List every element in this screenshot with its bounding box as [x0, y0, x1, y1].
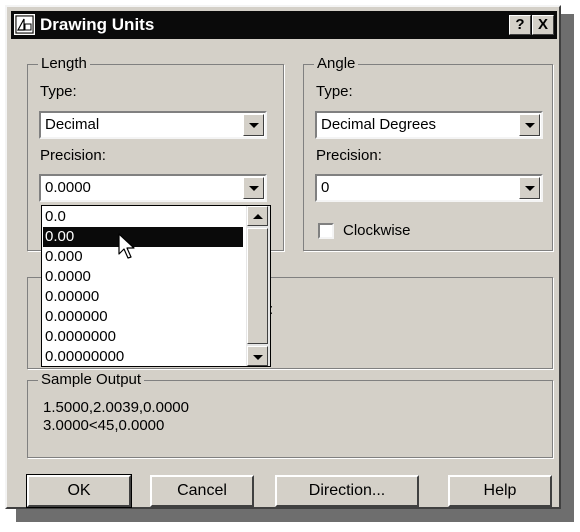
- angle-type-select[interactable]: Decimal Degrees: [315, 111, 543, 139]
- dropdown-option-highlighted[interactable]: 0.00: [43, 227, 243, 247]
- clockwise-label[interactable]: Clockwise: [343, 222, 411, 240]
- dropdown-scrollbar[interactable]: [246, 206, 270, 366]
- dropdown-option[interactable]: 0.000: [43, 247, 243, 267]
- length-group-label: Length: [38, 55, 90, 73]
- dialog-title: Drawing Units: [40, 15, 155, 34]
- chevron-down-icon[interactable]: [243, 114, 264, 136]
- dropdown-option[interactable]: 0.000000: [43, 307, 243, 327]
- length-type-label: Type:: [40, 83, 77, 100]
- length-precision-select[interactable]: 0.0000: [39, 174, 267, 202]
- angle-group-label: Angle: [314, 55, 359, 73]
- length-precision-dropdown-list[interactable]: 0.0 0.00 0.000 0.0000 0.00000 0.000000 0…: [41, 205, 271, 367]
- length-precision-label: Precision:: [40, 147, 106, 164]
- ok-button[interactable]: OK: [26, 474, 132, 508]
- mouse-pointer-icon: [118, 233, 140, 266]
- sample-output-label: Sample Output: [38, 371, 145, 389]
- chevron-down-icon[interactable]: [519, 177, 540, 199]
- title-bar[interactable]: Drawing Units ? X: [11, 11, 557, 39]
- cancel-button[interactable]: Cancel: [150, 475, 254, 507]
- clockwise-checkbox[interactable]: [318, 223, 334, 239]
- scroll-up-button[interactable]: [247, 206, 268, 226]
- length-type-value: Decimal: [45, 116, 100, 133]
- sample-output-line-1: 1.5000,2.0039,0.0000: [43, 399, 189, 416]
- angle-type-value: Decimal Degrees: [321, 116, 437, 133]
- close-button[interactable]: X: [532, 15, 554, 35]
- angle-precision-label: Precision:: [316, 147, 382, 164]
- direction-button[interactable]: Direction...: [275, 475, 419, 507]
- chevron-down-icon[interactable]: [243, 177, 264, 199]
- angle-precision-select[interactable]: 0: [315, 174, 543, 202]
- angle-precision-value: 0: [321, 179, 330, 196]
- length-type-select[interactable]: Decimal: [39, 111, 267, 139]
- dropdown-option[interactable]: 0.0000000: [43, 327, 243, 347]
- scrollbar-thumb[interactable]: [247, 228, 268, 344]
- scroll-down-button[interactable]: [247, 346, 268, 366]
- dropdown-option[interactable]: 0.0: [43, 207, 243, 227]
- chevron-down-icon[interactable]: [519, 114, 540, 136]
- angle-type-label: Type:: [316, 83, 353, 100]
- drawing-units-app-icon: [14, 14, 35, 35]
- dropdown-option[interactable]: 0.00000000: [43, 347, 243, 367]
- help-button[interactable]: Help: [448, 475, 552, 507]
- dropdown-option[interactable]: 0.00000: [43, 287, 243, 307]
- dropdown-option[interactable]: 0.0000: [43, 267, 243, 287]
- length-precision-value: 0.0000: [45, 179, 91, 196]
- drawing-units-dialog: Drawing Units ? X Length Type: Decimal P…: [5, 5, 561, 509]
- sample-output-line-2: 3.0000<45,0.0000: [43, 417, 165, 434]
- help-title-button[interactable]: ?: [509, 15, 531, 35]
